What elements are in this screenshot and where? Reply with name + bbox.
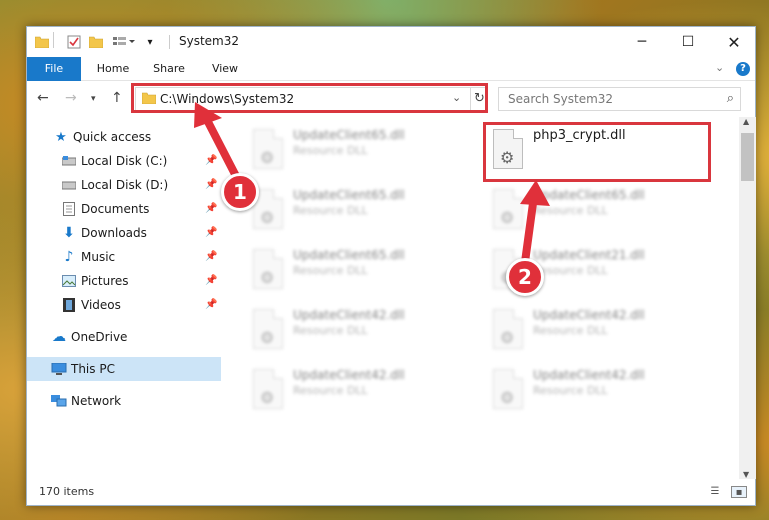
step-badge-two: 2	[506, 258, 544, 296]
arrow-two-head	[520, 180, 550, 206]
annotation-arrows	[194, 102, 550, 266]
arrow-two	[521, 192, 538, 266]
step-badge-one: 1	[221, 173, 259, 211]
arrow-one	[201, 112, 242, 184]
